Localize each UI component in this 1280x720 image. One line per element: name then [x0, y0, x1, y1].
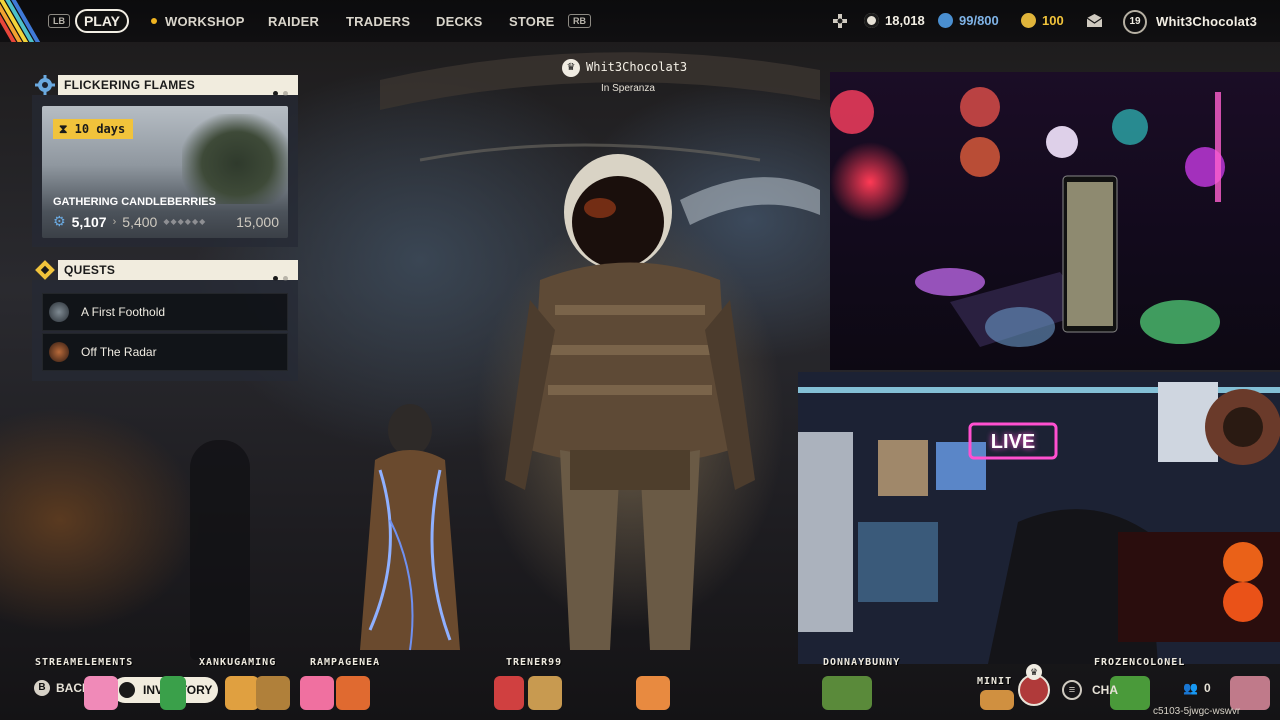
event-title: GATHERING CANDLEBERRIES [53, 196, 216, 208]
viewer-name: XANKUGAMING [199, 657, 277, 668]
quests-header-label: QUESTS [64, 263, 116, 277]
credits-display: 18,018 [864, 13, 925, 28]
viewer-name: STREAMELEMENTS [35, 657, 134, 668]
event-progress: ⚙ 5,107 › 5,400 ◆◆◆◆◆◆ 15,000 [53, 213, 279, 230]
milestone-diamonds: ◆◆◆◆◆◆ [163, 217, 207, 226]
viewer-avatar-sprite [636, 676, 670, 710]
event-timer-badge: ⧗ 10 days [53, 119, 134, 139]
tab-workshop[interactable]: WORKSHOP [165, 14, 245, 29]
viewer-avatar-sprite [84, 676, 118, 710]
chat-menu-icon[interactable]: ≡ [1062, 680, 1082, 700]
viewer-name: MINIT [977, 676, 1013, 687]
chevron-right-icon: › [112, 215, 117, 228]
profile-username[interactable]: Whit3Chocolat3 [1156, 14, 1257, 29]
viewer-avatar-sprite [822, 676, 872, 710]
gold-coins-value: 100 [1042, 13, 1064, 28]
event-progress-next: 5,400 [122, 213, 158, 230]
viewer-avatar-sprite [528, 676, 562, 710]
quest-label: Off The Radar [81, 345, 157, 359]
viewer-name: TRENER99 [506, 657, 563, 668]
back-button[interactable]: B BACK [34, 680, 91, 696]
event-progress-current: 5,107 [71, 213, 107, 230]
controller-settings-icon[interactable] [832, 13, 848, 29]
tab-traders[interactable]: TRADERS [346, 14, 410, 29]
mail-icon[interactable] [1086, 13, 1103, 28]
event-panel-header[interactable]: FLICKERING FLAMES [58, 75, 298, 96]
brand-stripes [0, 0, 44, 42]
streamer-room-scene [798, 372, 1280, 664]
top-navigation-bar: LB PLAY WORKSHOP RAIDER TRADERS DECKS ST… [0, 0, 1280, 42]
viewer-avatar-sprite [225, 676, 259, 710]
people-icon: 👥 [1183, 681, 1198, 695]
viewer-avatar-sprite [300, 676, 334, 710]
play-tab[interactable]: PLAY [75, 9, 129, 33]
player-location: In Speranza [601, 83, 655, 94]
gold-coin-icon [1021, 13, 1036, 28]
viewer-avatar-sprite [160, 676, 186, 710]
blue-coins-display: 99/800 [938, 13, 999, 28]
credits-value: 18,018 [885, 13, 925, 28]
rb-key-hint: RB [568, 14, 591, 28]
event-days-left: 10 days [74, 122, 126, 136]
viewer-avatar-sprite [256, 676, 290, 710]
webcam-streamer-room: LIVE [798, 372, 1280, 664]
robed-figure [360, 404, 460, 651]
event-progress-max: 15,000 [236, 213, 279, 230]
quests-panel-header[interactable]: QUESTS [58, 260, 298, 281]
blue-coin-icon [938, 13, 953, 28]
background-person-silhouette [190, 440, 250, 660]
viewer-avatar-sprite [336, 676, 370, 710]
workshop-notification-dot [151, 18, 157, 24]
lb-key-hint: LB [48, 14, 70, 28]
backpack-icon [119, 682, 135, 698]
blue-coins-value: 99/800 [959, 13, 999, 28]
viewer-name: FROZENCOLONEL [1094, 657, 1186, 668]
quest-item-off-the-radar[interactable]: Off The Radar [42, 333, 288, 371]
credits-icon [864, 13, 879, 28]
quest-item-a-first-foothold[interactable]: A First Foothold [42, 293, 288, 331]
party-count: 0 [1203, 681, 1211, 695]
crown-icon: ♛ [1026, 664, 1042, 680]
player-name: Whit3Chocolat3 [586, 60, 688, 74]
event-header-label: FLICKERING FLAMES [64, 78, 196, 92]
player-level-badge: 19 [1123, 10, 1147, 34]
quest-label: A First Foothold [81, 305, 166, 319]
party-size[interactable]: 👥 0 [1183, 681, 1211, 695]
viewer-avatar-sprite [980, 690, 1014, 710]
webcam-pc-setup [830, 72, 1280, 370]
tab-store[interactable]: STORE [509, 14, 555, 29]
live-sign: LIVE [990, 431, 1036, 453]
viewer-name: RAMPAGENEA [310, 657, 381, 668]
gear-small-icon: ⚙ [53, 213, 66, 229]
quest-diamond-icon [35, 260, 55, 280]
quest-giver-avatar [49, 302, 69, 322]
b-key-icon: B [34, 680, 50, 696]
chat-label[interactable]: CHA [1092, 683, 1118, 697]
tab-raider[interactable]: RAIDER [268, 14, 319, 29]
viewer-avatar-sprite [494, 676, 524, 710]
player-character-astronaut [505, 154, 755, 650]
pc-setup-scene [830, 87, 1225, 347]
gold-coins-display: 100 [1021, 13, 1064, 28]
session-code: c5103-5jwgc-wswvr [1153, 706, 1241, 717]
event-card[interactable]: ⧗ 10 days GATHERING CANDLEBERRIES ⚙ 5,10… [42, 106, 288, 238]
tab-decks[interactable]: DECKS [436, 14, 483, 29]
event-image-tree [182, 114, 288, 204]
viewer-avatar-sprite [1230, 676, 1270, 710]
crown-icon: ♛ [562, 59, 580, 77]
viewer-name: DONNAYBUNNY [823, 657, 901, 668]
quest-giver-avatar [49, 342, 69, 362]
gear-icon [35, 75, 55, 95]
hourglass-icon: ⧗ [59, 122, 75, 136]
